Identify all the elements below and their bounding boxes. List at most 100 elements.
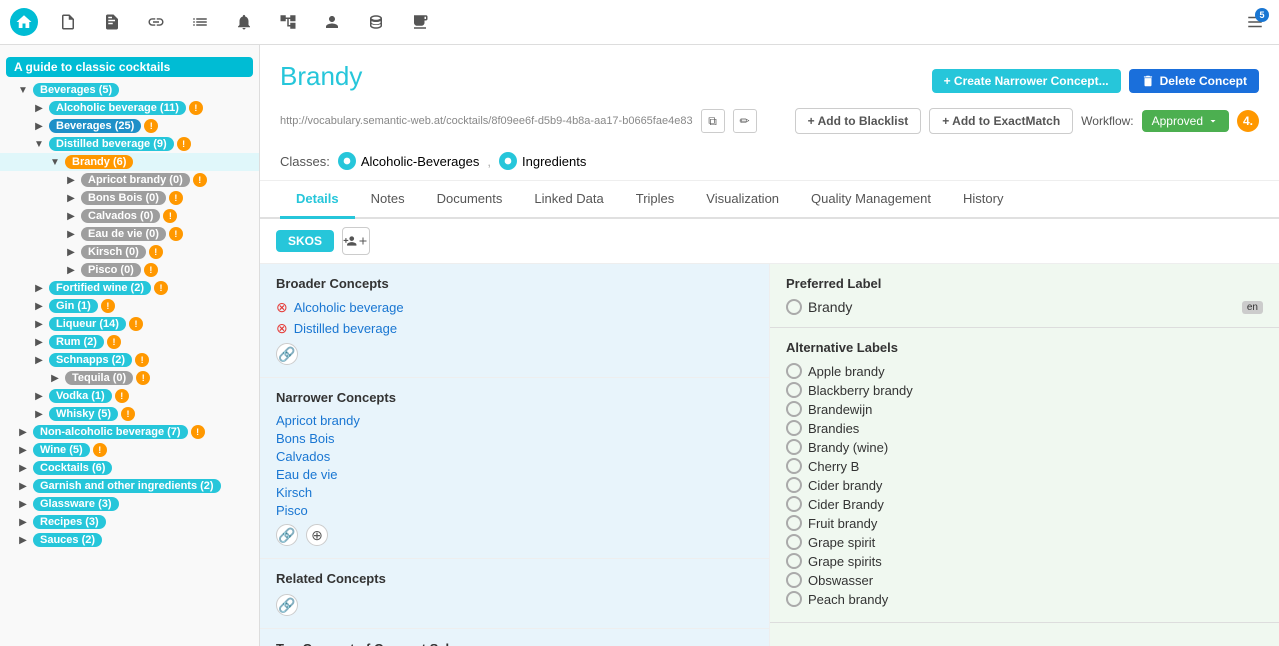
tree-toggle-calvados[interactable]: ▶ (64, 209, 78, 223)
delete-concept-button[interactable]: Delete Concept (1129, 69, 1259, 93)
tree-toggle-apricot[interactable]: ▶ (64, 173, 78, 187)
sidebar-item-apricot[interactable]: ▶ Apricot brandy (0) ! (0, 171, 259, 189)
info-icon-bonsbois[interactable]: ! (169, 191, 183, 205)
narrower-apricot-brandy[interactable]: Apricot brandy (276, 413, 753, 428)
info-icon-fortified[interactable]: ! (154, 281, 168, 295)
remove-distilled-icon[interactable]: ⊗ (276, 320, 288, 337)
tree-toggle-wine[interactable]: ▶ (16, 443, 30, 457)
tree-toggle-whisky[interactable]: ▶ (32, 407, 46, 421)
narrower-pisco[interactable]: Pisco (276, 503, 753, 518)
tree-toggle-pisco[interactable]: ▶ (64, 263, 78, 277)
info-icon-schnapps[interactable]: ! (135, 353, 149, 367)
sidebar-item-eaudevie[interactable]: ▶ Eau de vie (0) ! (0, 225, 259, 243)
tree-toggle-cocktails[interactable]: ▶ (16, 461, 30, 475)
sidebar-item-vodka[interactable]: ▶ Vodka (1) ! (0, 387, 259, 405)
tree-toggle-glassware[interactable]: ▶ (16, 497, 30, 511)
tree-toggle-fortified[interactable]: ▶ (32, 281, 46, 295)
add-user-sub-tab-button[interactable] (342, 227, 370, 255)
sidebar-item-nonalcoholic[interactable]: ▶ Non-alcoholic beverage (7) ! (0, 423, 259, 441)
home-icon[interactable] (10, 8, 38, 36)
server-icon[interactable] (406, 8, 434, 36)
info-icon-rum[interactable]: ! (107, 335, 121, 349)
sidebar-item-cocktails[interactable]: ▶ Cocktails (6) (0, 459, 259, 477)
tree-toggle[interactable]: ▼ (16, 83, 30, 97)
tab-details[interactable]: Details (280, 181, 355, 219)
edit-url-button[interactable]: ✏ (733, 109, 757, 133)
sidebar-item-fortified[interactable]: ▶ Fortified wine (2) ! (0, 279, 259, 297)
narrower-calvados[interactable]: Calvados (276, 449, 753, 464)
tree-toggle-sauces[interactable]: ▶ (16, 533, 30, 547)
link-concept-icon[interactable]: 🔗 (276, 343, 298, 365)
sidebar-item-liqueur[interactable]: ▶ Liqueur (14) ! (0, 315, 259, 333)
document-badge-icon[interactable] (98, 8, 126, 36)
link-icon[interactable] (142, 8, 170, 36)
user-icon[interactable] (318, 8, 346, 36)
sidebar-item-tequila[interactable]: ▶ Tequila (0) ! (0, 369, 259, 387)
sub-tab-skos[interactable]: SKOS (276, 230, 334, 252)
sidebar-item-garnish[interactable]: ▶ Garnish and other ingredients (2) (0, 477, 259, 495)
tree-toggle-recipes[interactable]: ▶ (16, 515, 30, 529)
tree-toggle-vodka[interactable]: ▶ (32, 389, 46, 403)
guide-label[interactable]: A guide to classic cocktails (6, 57, 253, 77)
alcoholic-beverage-link[interactable]: Alcoholic beverage (294, 300, 404, 315)
tab-history[interactable]: History (947, 181, 1019, 219)
tree-toggle-nonalcoholic[interactable]: ▶ (16, 425, 30, 439)
sidebar-item-recipes[interactable]: ▶ Recipes (3) (0, 513, 259, 531)
tree-toggle-garnish[interactable]: ▶ (16, 479, 30, 493)
sidebar-item-schnapps[interactable]: ▶ Schnapps (2) ! (0, 351, 259, 369)
narrower-kirsch[interactable]: Kirsch (276, 485, 753, 500)
info-icon-kirsch[interactable]: ! (149, 245, 163, 259)
tree-toggle-bev25[interactable]: ▶ (32, 119, 46, 133)
sidebar-item-whisky[interactable]: ▶ Whisky (5) ! (0, 405, 259, 423)
info-icon-tequila[interactable]: ! (136, 371, 150, 385)
info-icon-wine[interactable]: ! (93, 443, 107, 457)
info-icon-eaudevie[interactable]: ! (169, 227, 183, 241)
link-related-icon[interactable]: 🔗 (276, 594, 298, 616)
tree-toggle-gin[interactable]: ▶ (32, 299, 46, 313)
database-icon[interactable] (362, 8, 390, 36)
info-icon-pisco[interactable]: ! (144, 263, 158, 277)
tab-documents[interactable]: Documents (421, 181, 519, 219)
sidebar-item-kirsch[interactable]: ▶ Kirsch (0) ! (0, 243, 259, 261)
sidebar-item-sauces[interactable]: ▶ Sauces (2) (0, 531, 259, 549)
bell-icon[interactable] (230, 8, 258, 36)
tree-toggle-bonsbois[interactable]: ▶ (64, 191, 78, 205)
sidebar-item-alcoholic[interactable]: ▶ Alcoholic beverage (11) ! (0, 99, 259, 117)
list-icon[interactable] (186, 8, 214, 36)
narrower-bons-bois[interactable]: Bons Bois (276, 431, 753, 446)
sidebar-item-bonsbois[interactable]: ▶ Bons Bois (0) ! (0, 189, 259, 207)
tab-linked-data[interactable]: Linked Data (518, 181, 619, 219)
tab-triples[interactable]: Triples (620, 181, 691, 219)
info-icon-alcoholic[interactable]: ! (189, 101, 203, 115)
sidebar-item-calvados[interactable]: ▶ Calvados (0) ! (0, 207, 259, 225)
distilled-beverage-link[interactable]: Distilled beverage (294, 321, 397, 336)
menu-icon[interactable]: 5 (1241, 8, 1269, 36)
add-blacklist-button[interactable]: + Add to Blacklist (795, 108, 922, 134)
info-icon-liqueur[interactable]: ! (129, 317, 143, 331)
info-icon-calvados[interactable]: ! (163, 209, 177, 223)
tree-toggle-rum[interactable]: ▶ (32, 335, 46, 349)
create-narrower-button[interactable]: + Create Narrower Concept... (932, 69, 1121, 93)
info-icon-distilled[interactable]: ! (177, 137, 191, 151)
tree-toggle-tequila[interactable]: ▶ (48, 371, 62, 385)
workflow-approved-button[interactable]: Approved (1142, 110, 1229, 132)
remove-alcoholic-icon[interactable]: ⊗ (276, 299, 288, 316)
tree-toggle-eaudevie[interactable]: ▶ (64, 227, 78, 241)
narrower-eau-de-vie[interactable]: Eau de vie (276, 467, 753, 482)
tree-toggle-kirsch[interactable]: ▶ (64, 245, 78, 259)
info-icon-apricot[interactable]: ! (193, 173, 207, 187)
sidebar-item-gin[interactable]: ▶ Gin (1) ! (0, 297, 259, 315)
sidebar-item-brandy[interactable]: ▼ Brandy (6) (0, 153, 259, 171)
sidebar-item-distilled[interactable]: ▼ Distilled beverage (9) ! (0, 135, 259, 153)
link-narrower-icon[interactable]: 🔗 (276, 524, 298, 546)
sidebar-item-beverages[interactable]: ▼ Beverages (5) (0, 81, 259, 99)
tree-toggle-brandy[interactable]: ▼ (48, 155, 62, 169)
info-icon-nonalcoholic[interactable]: ! (191, 425, 205, 439)
tree-toggle-schnapps[interactable]: ▶ (32, 353, 46, 367)
tree-toggle-alcoholic[interactable]: ▶ (32, 101, 46, 115)
info-icon-gin[interactable]: ! (101, 299, 115, 313)
document-icon[interactable] (54, 8, 82, 36)
tree-toggle-liqueur[interactable]: ▶ (32, 317, 46, 331)
tab-visualization[interactable]: Visualization (690, 181, 795, 219)
add-exactmatch-button[interactable]: + Add to ExactMatch (929, 108, 1073, 134)
